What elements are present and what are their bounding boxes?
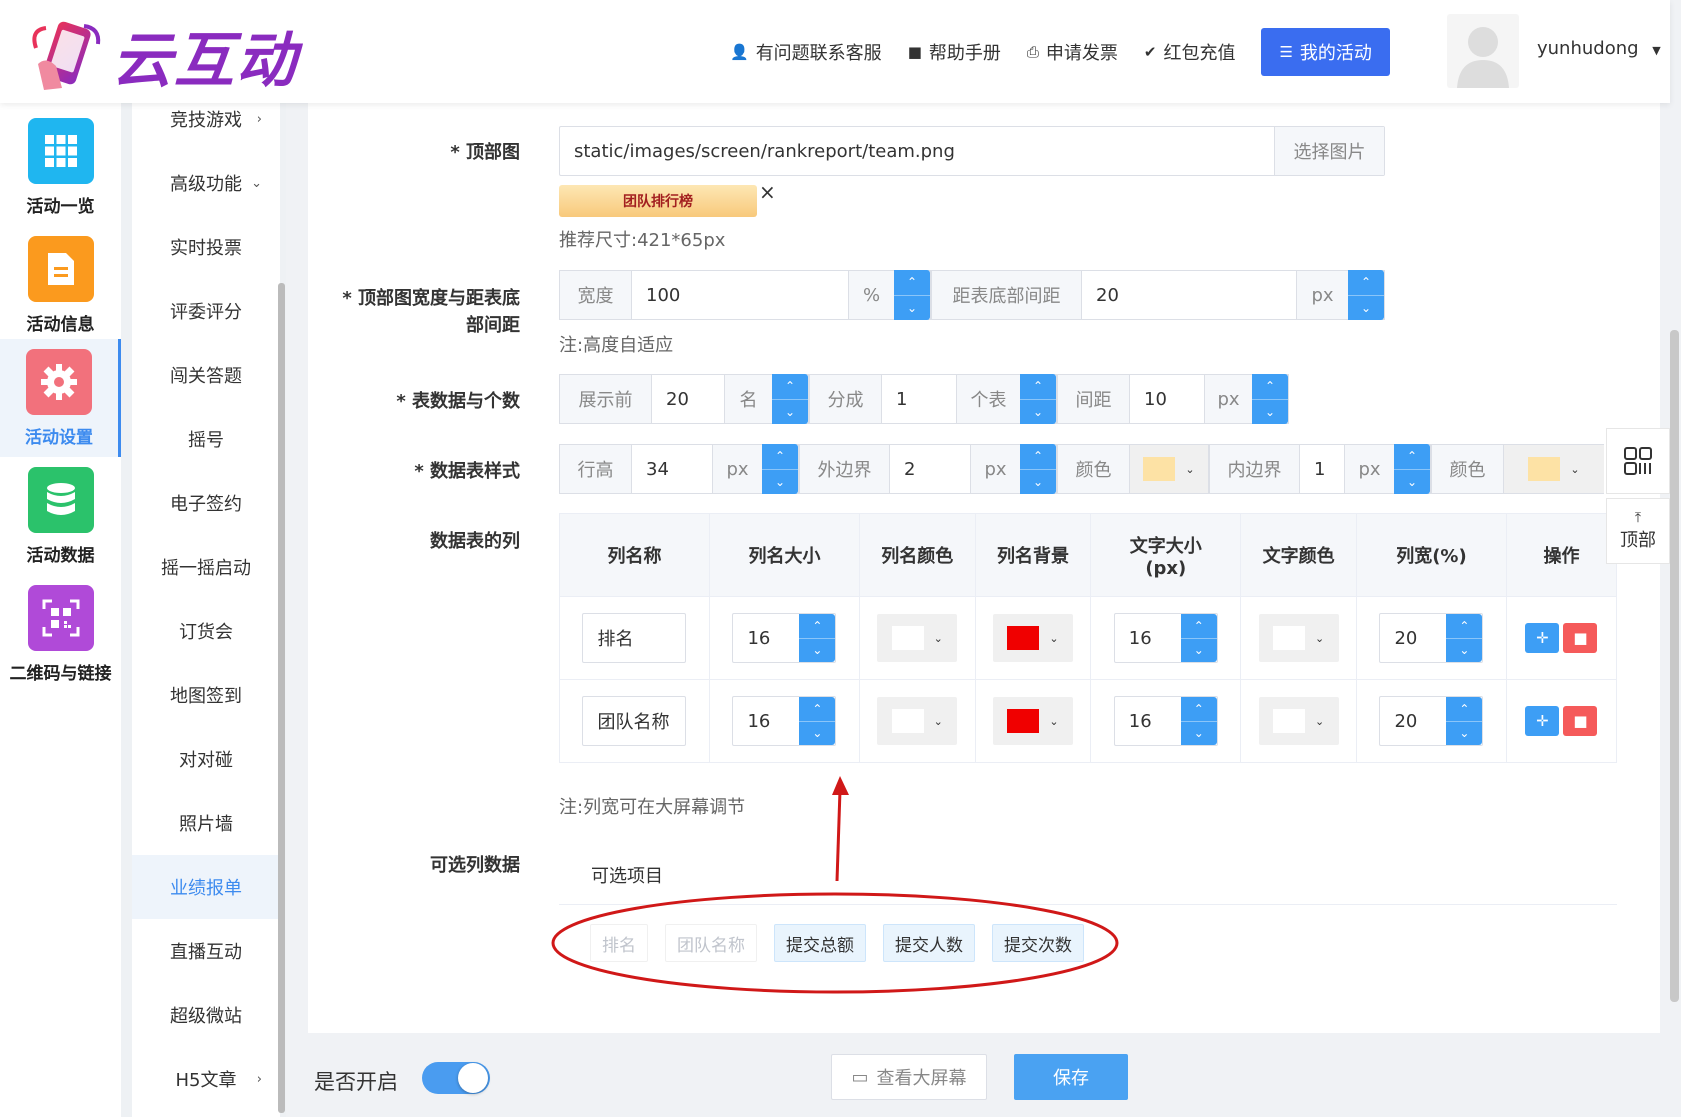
annotation-ellipse — [551, 892, 1119, 994]
username-label: yunhudong — [1537, 38, 1639, 59]
list-icon: ☰ — [1279, 43, 1293, 61]
caret-down-icon: ▼ — [1652, 44, 1661, 57]
help-manual-label: 帮助手册 — [928, 43, 1001, 64]
enable-label: 是否开启 — [314, 1070, 398, 1094]
shield-check-icon: ✔ — [1143, 43, 1157, 61]
back-to-top-label: 顶部 — [1620, 530, 1656, 551]
arrow-up-icon: ⤒ — [1634, 510, 1642, 526]
book-icon: ■ — [907, 43, 922, 61]
add-user-icon: 👤 — [730, 43, 749, 61]
my-activity-label: 我的活动 — [1299, 43, 1372, 64]
recharge-link[interactable]: ✔ 红包充值 — [1144, 30, 1236, 74]
qrcode-float-button[interactable] — [1606, 428, 1670, 494]
invoice-label: 申请发票 — [1045, 43, 1118, 64]
qrcode-icon — [1624, 447, 1652, 475]
monitor-icon: ▭ — [851, 1066, 869, 1088]
brand-logo[interactable]: 云互动 — [26, 12, 298, 99]
contact-service-label: 有问题联系客服 — [755, 43, 882, 64]
recharge-label: 红包充值 — [1163, 43, 1236, 64]
top-nav: 👤 有问题联系客服 ■ 帮助手册 ⎙ 申请发票 ✔ 红包充值 ☰ 我的活动 — [730, 28, 1418, 76]
save-button[interactable]: 保存 — [1014, 1054, 1128, 1100]
avatar[interactable] — [1447, 14, 1519, 88]
back-to-top-button[interactable]: ⤒ 顶部 — [1606, 498, 1670, 564]
view-big-screen-label: 查看大屏幕 — [876, 1068, 967, 1089]
annotation-overlay — [551, 776, 1119, 994]
user-menu[interactable]: yunhudong ▼ — [1537, 38, 1661, 59]
top-header: 云互动 👤 有问题联系客服 ■ 帮助手册 ⎙ 申请发票 ✔ 红包充值 ☰ 我的活… — [0, 0, 1670, 103]
brand-name: 云互动 — [112, 26, 298, 96]
view-big-screen-button[interactable]: ▭ 查看大屏幕 — [831, 1054, 987, 1100]
toggle-knob — [458, 1063, 488, 1093]
help-manual-link[interactable]: ■ 帮助手册 — [908, 30, 1001, 74]
my-activity-button[interactable]: ☰ 我的活动 — [1261, 28, 1390, 76]
contact-service-link[interactable]: 👤 有问题联系客服 — [730, 30, 882, 74]
page-scrollbar[interactable] — [1670, 330, 1679, 1002]
annotation-arrow — [835, 789, 842, 882]
phone-logo-icon — [26, 18, 106, 94]
enable-toggle[interactable] — [422, 1062, 490, 1094]
annotation-arrowhead — [832, 776, 849, 795]
invoice-link[interactable]: ⎙ 申请发票 — [1027, 30, 1118, 74]
printer-icon: ⎙ — [1026, 43, 1039, 61]
